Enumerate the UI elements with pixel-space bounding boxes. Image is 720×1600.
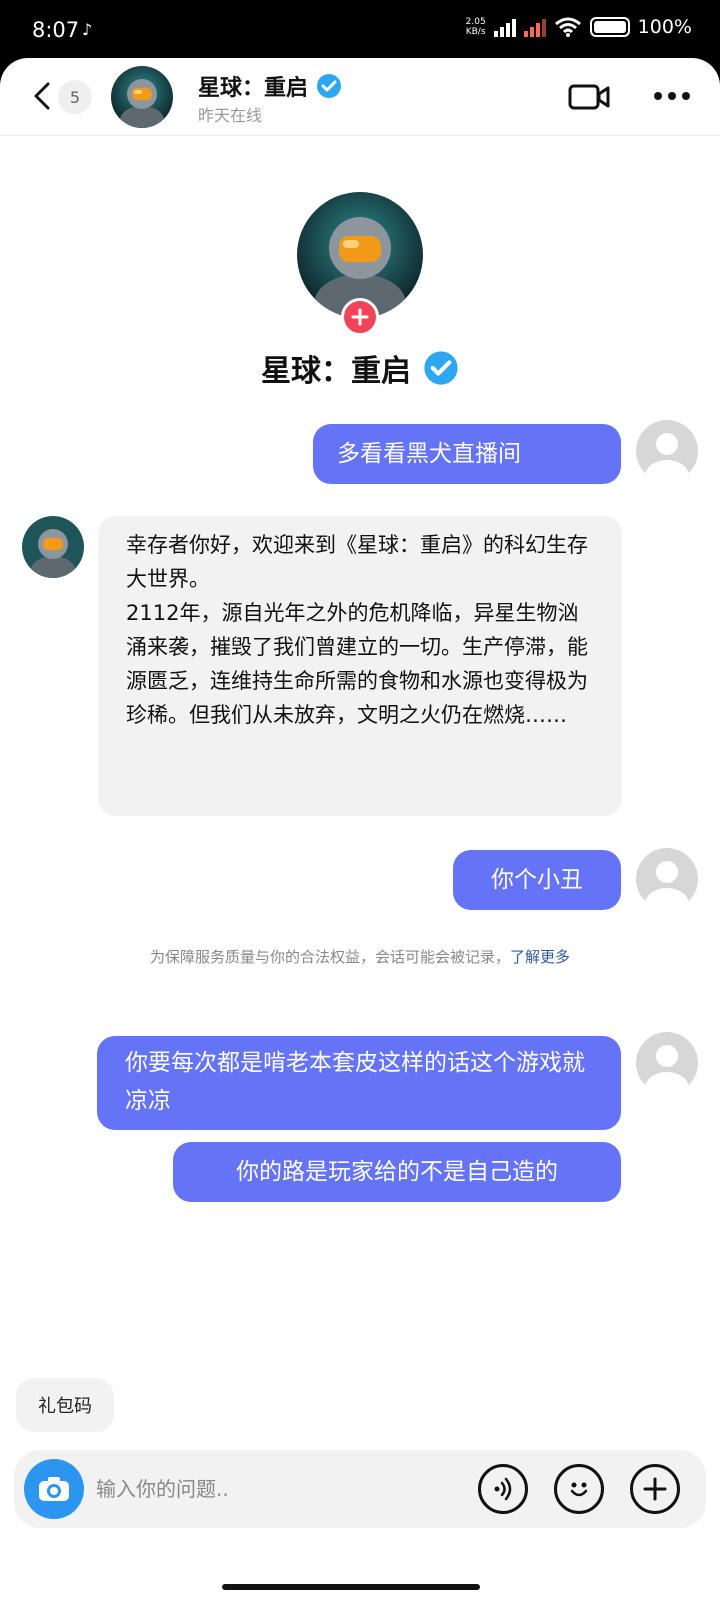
status-time: 8:07 [32,18,80,42]
verified-icon [317,74,342,98]
avatar[interactable] [111,66,173,128]
incoming-message[interactable]: 幸存者你好，欢迎来到《星球：重启》的科幻生存大世界。 2112年，源自光年之外的… [98,516,622,816]
online-status: 昨天在线 [198,106,263,125]
signal-icon [493,17,516,37]
user-avatar [636,848,698,910]
outgoing-message[interactable]: 多看看黑犬直播间 [313,424,621,484]
privacy-notice: 为保障服务质量与你的合法权益，会话可能会被记录，了解更多 [149,948,571,966]
home-indicator[interactable] [222,1584,480,1590]
network-speed: 2.05 KB/s [465,17,486,37]
voice-icon [494,1477,512,1501]
gift-code-chip[interactable]: 礼包码 [16,1378,114,1432]
emoji-icon [570,1482,588,1497]
chat-header: 5 星球：重启 昨天在线 [0,58,720,136]
battery-icon [589,17,630,37]
battery-percent: 100% [637,16,692,38]
composer [14,1450,706,1528]
voice-button[interactable] [478,1464,528,1514]
tiktok-notification-icon: ♪ [82,20,93,39]
user-avatar [636,1032,698,1094]
more-options-button[interactable] [630,1464,680,1514]
add-icon [643,1477,667,1501]
message-input[interactable] [96,1468,466,1510]
status-icons: 2.05 KB/s 100% [466,16,692,38]
bot-avatar [22,516,84,578]
more-icon[interactable] [652,90,692,102]
signal-2-icon [523,17,546,37]
header-title: 星球：重启 [198,70,342,102]
learn-more-link[interactable]: 了解更多 [510,948,570,966]
outgoing-message[interactable]: 你要每次都是啃老本套皮这样的话这个游戏就凉凉 [97,1036,621,1130]
status-bar: 8:07 ♪ 2.05 KB/s 100% [0,0,720,62]
verified-icon [424,351,458,385]
plus-icon [351,308,369,326]
profile-name: 星球：重启 [0,346,720,390]
video-call-icon[interactable] [568,82,610,112]
unread-count-badge[interactable]: 5 [58,80,92,114]
camera-button[interactable] [24,1459,84,1519]
back-icon[interactable] [30,80,54,112]
user-avatar [636,420,698,482]
outgoing-message[interactable]: 你个小丑 [453,850,621,910]
chat-screen: 5 星球：重启 昨天在线 星球：重启 多看看黑犬直播间 幸存者你好，欢迎来到《星… [0,58,720,1600]
emoji-button[interactable] [554,1464,604,1514]
camera-icon [39,1477,69,1501]
follow-button[interactable] [341,298,379,336]
outgoing-message[interactable]: 你的路是玩家给的不是自己造的 [173,1142,621,1202]
wifi-icon [554,17,581,37]
